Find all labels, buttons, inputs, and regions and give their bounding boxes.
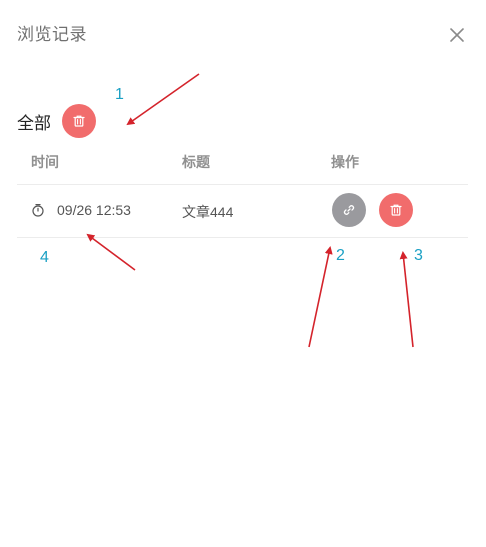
trash-icon: [390, 204, 402, 216]
trash-icon: [73, 115, 85, 127]
table-row: 09/26 12:53 文章444: [17, 185, 468, 238]
arrow-3: [399, 251, 414, 348]
section-header: 全部: [17, 104, 96, 138]
column-header-time: 时间: [31, 154, 59, 170]
close-icon: [450, 28, 464, 42]
column-header-title: 标题: [182, 154, 210, 170]
time-cell: 09/26 12:53: [31, 202, 131, 218]
arrow-4: [86, 233, 136, 271]
table-header: 时间 标题 操作: [17, 152, 468, 185]
annotation-label-2: 2: [336, 247, 345, 264]
arrow-2: [308, 246, 333, 348]
annotation-arrows: [86, 73, 414, 348]
open-link-button[interactable]: [332, 193, 366, 227]
column-header-actions: 操作: [331, 154, 359, 170]
title-cell: 文章444: [182, 204, 234, 220]
annotation-label-1: 1: [115, 86, 124, 103]
dialog-title: 浏览记录: [17, 25, 87, 44]
annotation-label-3: 3: [414, 247, 423, 264]
actions-cell: [332, 193, 413, 227]
arrow-1: [126, 73, 200, 126]
close-button[interactable]: [445, 23, 469, 47]
annotation-label-4: 4: [40, 249, 49, 266]
delete-row-button[interactable]: [379, 193, 413, 227]
history-dialog: 浏览记录 全部 时间 标题 操作 09/26 12:53 文章444 1 2 3…: [0, 0, 486, 547]
clear-all-button[interactable]: [62, 104, 96, 138]
section-label-all: 全部: [17, 113, 51, 133]
link-icon: [343, 205, 355, 215]
stopwatch-icon: [32, 204, 44, 217]
time-value: 09/26 12:53: [57, 202, 131, 218]
